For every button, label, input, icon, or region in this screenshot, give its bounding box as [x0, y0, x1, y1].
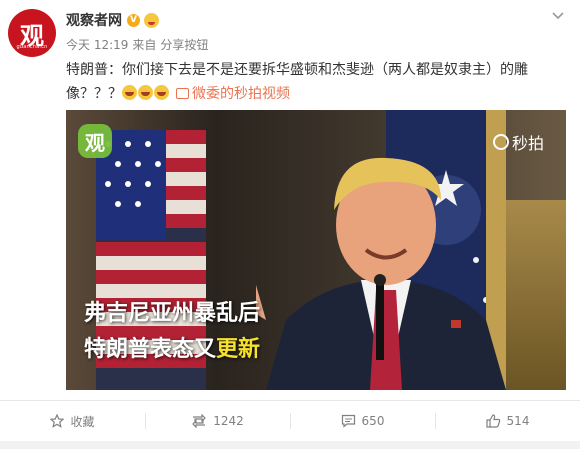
channel-logo: 观	[78, 124, 112, 158]
video-caption: 弗吉尼亚州暴乱后 特朗普表态又更新	[84, 296, 260, 368]
post-timestamp[interactable]: 今天 12:19	[66, 36, 128, 53]
star-icon	[50, 414, 65, 428]
post-text: 特朗普：你们接下去是不是还要拆华盛顿和杰斐逊（两人都是奴隶主）的雕像？？？ 微委的…	[66, 58, 566, 106]
page-bottom-strip	[0, 441, 580, 449]
repost-icon	[192, 414, 207, 428]
video-player[interactable]: 观 秒拍 弗吉尼亚州暴乱后 特朗普表态又更新	[66, 110, 566, 390]
avatar[interactable]: 观 guancha.cn	[8, 9, 56, 57]
favorite-label: 收藏	[70, 414, 95, 429]
post-source[interactable]: 分享按钮	[160, 36, 208, 53]
laugh-emoji-icon	[138, 85, 153, 100]
member-emoji-icon[interactable]	[144, 12, 159, 28]
comment-button[interactable]: 650	[290, 401, 435, 441]
source-prefix: 来自	[132, 38, 157, 52]
verified-badge-icon[interactable]: V	[127, 13, 140, 27]
speaker-image	[256, 157, 506, 390]
post-meta: 今天 12:19 来自 分享按钮	[66, 36, 208, 53]
avatar-subtext: guancha.cn	[16, 44, 48, 50]
caption-line-1: 弗吉尼亚州暴乱后	[84, 301, 261, 326]
like-button[interactable]: 514	[435, 401, 580, 441]
favorite-button[interactable]: 收藏	[0, 401, 145, 441]
laugh-emoji-icon	[122, 85, 137, 100]
action-bar: 收藏 1242 650 514	[0, 400, 580, 441]
laugh-emoji-icon	[154, 85, 169, 100]
video-link-label: 微委的秒拍视频	[192, 86, 290, 102]
caption-line-2-main: 特朗普表态又	[84, 337, 217, 362]
miaopai-watermark: 秒拍	[492, 130, 544, 154]
caption-line-2-highlight: 更新	[216, 337, 261, 362]
comment-count: 650	[361, 414, 385, 428]
like-count: 514	[506, 414, 530, 428]
repost-count: 1242	[213, 414, 244, 428]
miaopai-logo-icon	[492, 134, 509, 150]
weibo-post-card: 观 guancha.cn 观察者网 V 今天 12:19 来自 分享按钮 特朗普…	[0, 0, 580, 449]
video-link[interactable]: 微委的秒拍视频	[176, 86, 290, 102]
chevron-down-icon[interactable]	[550, 10, 566, 22]
thumbs-up-icon	[485, 414, 500, 428]
video-icon	[176, 88, 189, 99]
user-row: 观察者网 V	[66, 9, 159, 31]
caption-line-2: 特朗普表态又更新	[84, 332, 260, 368]
miaopai-label: 秒拍	[511, 134, 544, 153]
username[interactable]: 观察者网	[66, 10, 122, 30]
repost-button[interactable]: 1242	[145, 401, 290, 441]
comment-icon	[341, 414, 355, 428]
